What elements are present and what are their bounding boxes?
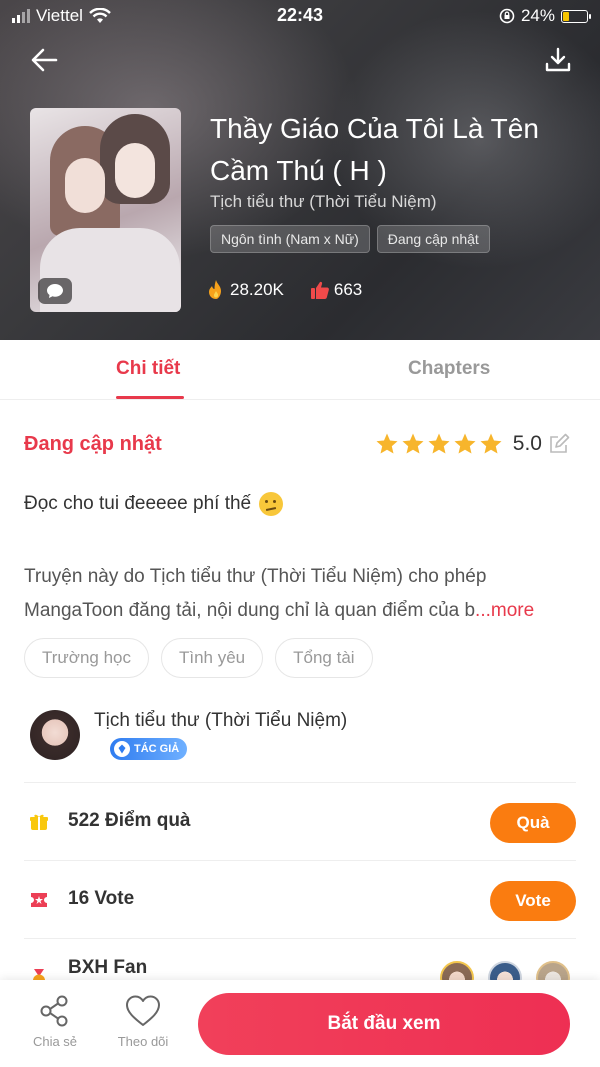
heart-icon <box>126 995 160 1026</box>
follow-button[interactable]: Theo dõi <box>108 994 178 1049</box>
status-bar: Viettel 22:43 24% <box>0 0 600 32</box>
tab-details[interactable]: Chi tiết <box>116 358 180 380</box>
author-name[interactable]: Tịch tiểu thư (Thời Tiểu Niệm) <box>94 710 347 732</box>
update-status: Đang cập nhật <box>24 433 162 455</box>
description: Truyện này do Tịch tiểu thư (Thời Tiểu N… <box>24 566 535 621</box>
star-icon <box>402 433 424 454</box>
vote-row: 16 Vote Vote <box>24 860 576 938</box>
tag-genre[interactable]: Ngôn tình (Nam x Nữ) <box>210 225 370 253</box>
ticket-icon <box>31 893 47 907</box>
cover-image[interactable] <box>30 108 181 312</box>
genre-tag[interactable]: Tổng tài <box>275 638 373 678</box>
tab-bar: Chi tiết Chapters <box>0 340 600 400</box>
start-reading-button[interactable]: Bắt đầu xem <box>198 993 570 1055</box>
vote-button[interactable]: Vote <box>490 881 576 921</box>
genre-tag[interactable]: Trường học <box>24 638 149 678</box>
likes-stat: 663 <box>310 279 362 301</box>
tab-chapters[interactable]: Chapters <box>408 358 490 380</box>
rating-value: 5.0 <box>512 432 542 455</box>
author-row[interactable]: Tịch tiểu thư (Thời Tiểu Niệm) TÁC GIẢ <box>30 706 580 776</box>
author-badge: TÁC GIẢ <box>110 738 188 760</box>
download-icon[interactable] <box>544 46 572 74</box>
comic-title: Thầy Giáo Của Tôi Là Tên Cầm Thú ( H ) <box>210 113 539 186</box>
comic-author[interactable]: Tịch tiểu thư (Thời Tiểu Niệm) <box>210 192 437 212</box>
gift-icon <box>30 814 48 830</box>
bottom-action-bar: Chia sẻ Theo dõi Bắt đầu xem <box>0 980 600 1067</box>
more-link[interactable]: ...more <box>475 600 534 621</box>
thumbs-up-icon <box>310 281 329 299</box>
rotation-lock-icon <box>499 8 515 24</box>
back-arrow-icon[interactable] <box>28 44 60 76</box>
fire-icon <box>209 280 221 299</box>
star-icon <box>454 433 476 454</box>
gift-points: 522 Điểm quà <box>68 810 191 831</box>
gift-row: 522 Điểm quà Quà <box>24 782 576 860</box>
share-button[interactable]: Chia sẻ <box>20 994 90 1049</box>
feather-icon <box>114 741 130 757</box>
edit-rating-icon[interactable] <box>548 433 570 455</box>
rating: 5.0 <box>375 432 570 456</box>
genre-list: Trường học Tình yêu Tổng tài <box>24 638 373 678</box>
star-icon <box>428 433 450 454</box>
vote-count: 16 Vote <box>68 888 135 909</box>
author-avatar[interactable] <box>30 710 80 760</box>
star-icon <box>376 433 398 454</box>
tag-status[interactable]: Đang cập nhật <box>376 225 490 253</box>
battery-icon <box>561 9 591 23</box>
chat-bubble-icon <box>38 278 72 304</box>
gift-button[interactable]: Quà <box>490 803 576 843</box>
follow-label: Theo dõi <box>117 1034 169 1049</box>
views-stat: 28.20K <box>206 279 284 301</box>
genre-tag[interactable]: Tình yêu <box>160 638 264 678</box>
battery-percent: 24% <box>520 6 555 25</box>
fan-ranking-label: BXH Fan <box>68 957 148 978</box>
share-icon <box>40 995 68 1027</box>
tab-active-indicator <box>116 396 184 399</box>
star-icon <box>480 433 502 454</box>
confused-emoji-icon <box>259 492 284 516</box>
top-comment: Đọc cho tui đeeeee phí thế <box>24 492 284 516</box>
share-label: Chia sẻ <box>32 1034 78 1049</box>
